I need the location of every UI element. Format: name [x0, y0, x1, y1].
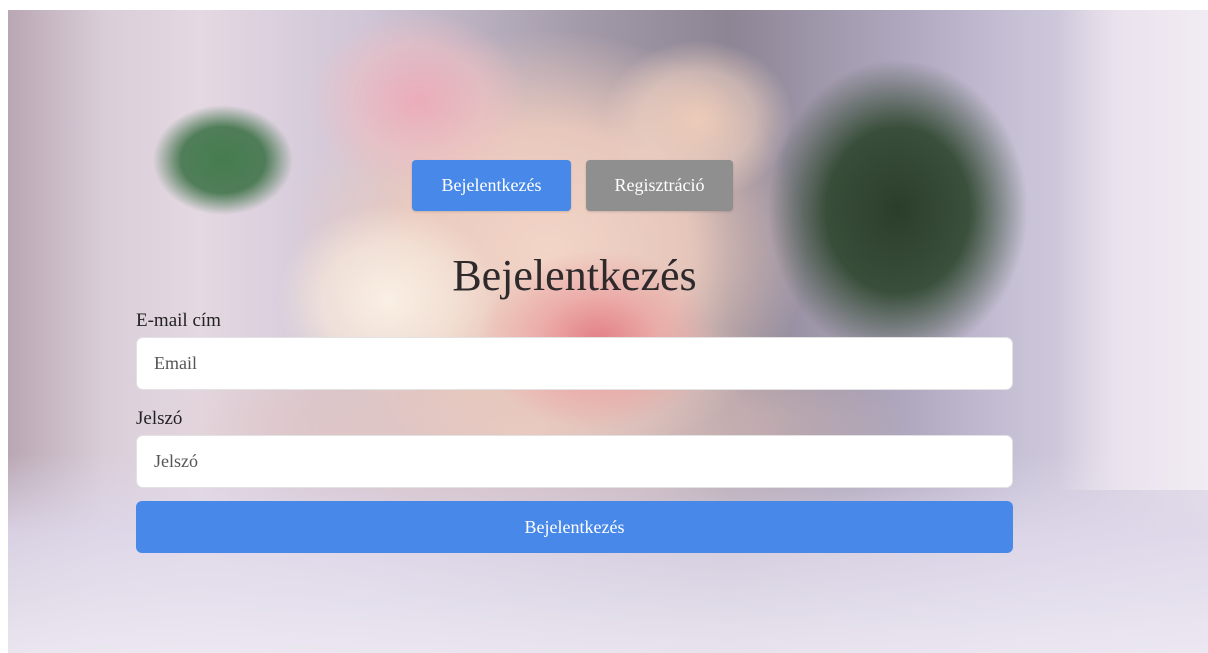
- password-label: Jelszó: [136, 408, 183, 429]
- register-tab-button[interactable]: Regisztráció: [586, 160, 733, 211]
- form-title: Bejelentkezés: [452, 251, 697, 300]
- email-label: E-mail cím: [136, 310, 221, 331]
- auth-mode-toggle: Bejelentkezés Regisztráció: [412, 160, 733, 211]
- password-input[interactable]: [136, 435, 1013, 488]
- login-tab-button[interactable]: Bejelentkezés: [412, 160, 571, 211]
- login-submit-button[interactable]: Bejelentkezés: [136, 501, 1013, 553]
- background-photo: Bejelentkezés Regisztráció Bejelentkezés…: [8, 10, 1208, 653]
- email-input[interactable]: [136, 337, 1013, 390]
